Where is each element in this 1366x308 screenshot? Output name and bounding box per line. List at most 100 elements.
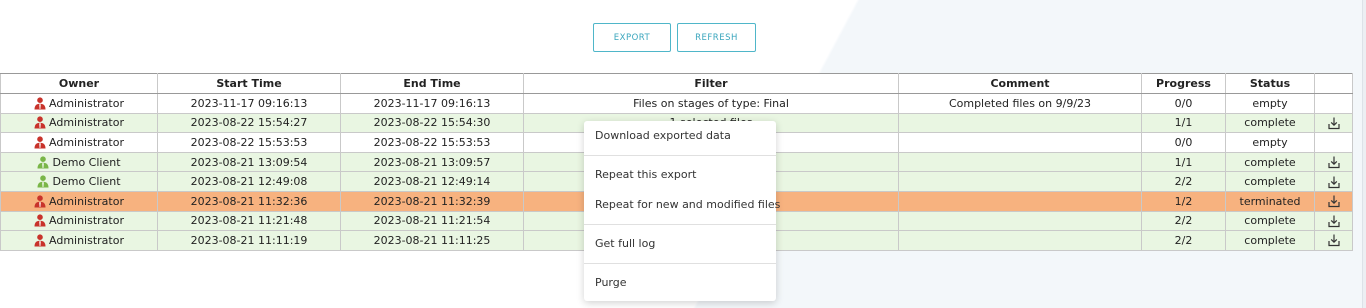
start-time-cell: 2023-08-21 11:21:48 [157,210,341,232]
owner-cell: Administrator [0,210,158,232]
comment-cell [898,171,1142,192]
owner-name: Demo Client [52,175,121,189]
header-start-time[interactable]: Start Time [157,73,341,94]
owner-name: Administrator [49,96,124,110]
comment-cell [898,190,1142,212]
menu-item-download-exported-data[interactable]: Download exported data [584,121,776,151]
owner-cell: Demo Client [0,171,158,192]
download-cell[interactable] [1314,171,1353,192]
owner-name: Administrator [49,194,124,208]
menu-separator [584,155,776,156]
header-status[interactable]: Status [1225,73,1315,94]
progress-cell: 1/1 [1141,151,1226,173]
progress-cell: 2/2 [1141,171,1226,192]
owner-name: Administrator [49,214,124,228]
filter-cell: Files on stages of type: Final [523,93,899,114]
comment-cell [898,112,1142,134]
download-icon[interactable] [1327,194,1341,208]
menu-item-purge[interactable]: Purge [584,268,776,298]
status-cell: complete [1225,171,1315,192]
download-cell[interactable] [1314,210,1353,232]
end-time-cell: 2023-08-21 11:11:25 [340,230,524,251]
status-cell: empty [1225,93,1315,114]
progress-cell: 0/0 [1141,93,1226,114]
export-button[interactable]: EXPORT [593,23,671,52]
download-icon[interactable] [1327,116,1341,130]
start-time-cell: 2023-08-21 12:49:08 [157,171,341,192]
header-owner[interactable]: Owner [0,73,158,94]
menu-separator [584,263,776,264]
comment-cell [898,132,1142,153]
owner-cell: Administrator [0,132,158,153]
start-time-cell: 2023-08-22 15:54:27 [157,112,341,134]
owner-cell: Administrator [0,112,158,134]
owner-name: Administrator [49,135,124,149]
start-time-cell: 2023-11-17 09:16:13 [157,93,341,114]
scrollbar-track[interactable] [1362,0,1366,308]
status-cell: complete [1225,151,1315,173]
user-admin-icon [34,234,46,247]
download-cell[interactable] [1314,190,1353,212]
owner-name: Demo Client [52,155,121,169]
comment-cell [898,151,1142,173]
start-time-cell: 2023-08-21 13:09:54 [157,151,341,173]
download-cell[interactable] [1314,112,1353,134]
menu-separator [584,224,776,225]
header-actions [1314,73,1353,94]
status-cell: complete [1225,210,1315,232]
download-icon[interactable] [1327,175,1341,189]
status-cell: complete [1225,112,1315,134]
end-time-cell: 2023-08-21 11:32:39 [340,190,524,212]
refresh-button[interactable]: REFRESH [677,23,756,52]
user-client-icon [37,155,49,169]
download-cell [1314,93,1353,114]
owner-cell: Administrator [0,190,158,212]
end-time-cell: 2023-08-21 11:21:54 [340,210,524,232]
header-progress[interactable]: Progress [1141,73,1226,94]
owner-name: Administrator [49,116,124,130]
download-icon[interactable] [1327,233,1341,247]
download-icon[interactable] [1327,214,1341,228]
comment-cell [898,210,1142,232]
download-icon[interactable] [1327,155,1341,169]
start-time-cell: 2023-08-21 11:32:36 [157,190,341,212]
owner-cell: Administrator [0,93,158,114]
menu-item-repeat-this-export[interactable]: Repeat this export [584,160,776,190]
user-admin-icon [34,97,46,110]
end-time-cell: 2023-08-22 15:54:30 [340,112,524,134]
context-menu: Download exported data Repeat this export… [584,121,780,301]
status-cell: terminated [1225,190,1315,212]
header-comment[interactable]: Comment [898,73,1142,94]
user-admin-icon [34,116,46,129]
table-header-row: Owner Start Time End Time Filter Comment… [0,73,1353,94]
download-cell[interactable] [1314,151,1353,173]
end-time-cell: 2023-08-21 12:49:14 [340,171,524,192]
progress-cell: 0/0 [1141,132,1226,153]
status-cell: complete [1225,230,1315,251]
progress-cell: 2/2 [1141,230,1226,251]
header-filter[interactable]: Filter [523,73,899,94]
user-admin-icon [34,136,46,149]
header-end-time[interactable]: End Time [340,73,524,94]
owner-name: Administrator [49,233,124,247]
download-cell [1314,132,1353,153]
progress-cell: 1/1 [1141,112,1226,134]
status-cell: empty [1225,132,1315,153]
owner-cell: Demo Client [0,151,158,173]
end-time-cell: 2023-08-21 13:09:57 [340,151,524,173]
download-cell[interactable] [1314,230,1353,251]
table-row[interactable]: Administrator 2023-11-17 09:16:13 2023-11-… [0,93,1353,114]
user-admin-icon [34,195,46,208]
menu-item-repeat-new-modified[interactable]: Repeat for new and modified files [584,190,780,220]
end-time-cell: 2023-08-22 15:53:53 [340,132,524,153]
start-time-cell: 2023-08-21 11:11:19 [157,230,341,251]
comment-cell [898,230,1142,251]
user-admin-icon [34,214,46,227]
end-time-cell: 2023-11-17 09:16:13 [340,93,524,114]
comment-cell: Completed files on 9/9/23 [898,93,1142,114]
menu-item-get-full-log[interactable]: Get full log [584,229,776,259]
start-time-cell: 2023-08-22 15:53:53 [157,132,341,153]
progress-cell: 2/2 [1141,210,1226,232]
user-client-icon [37,175,49,188]
owner-cell: Administrator [0,230,158,251]
